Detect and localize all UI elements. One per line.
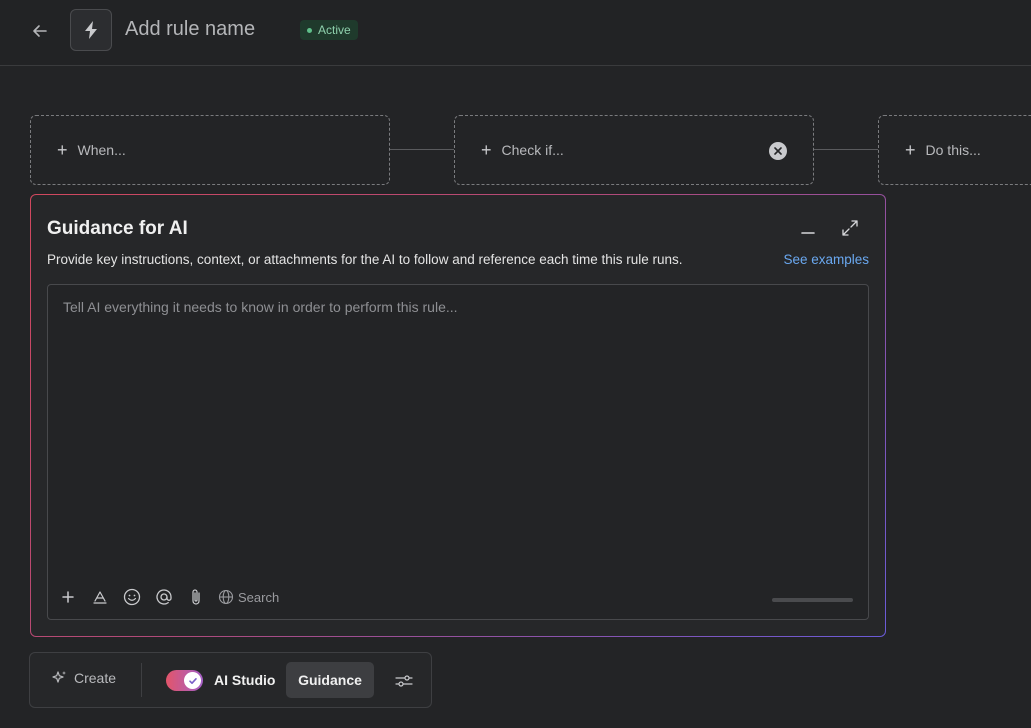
globe-icon xyxy=(218,589,234,605)
create-label: Create xyxy=(74,670,117,686)
horizontal-scrollbar[interactable] xyxy=(772,598,853,602)
see-examples-link[interactable]: See examples xyxy=(783,252,869,267)
status-label: Active xyxy=(318,23,351,37)
connector-line xyxy=(814,149,878,150)
sliders-icon xyxy=(395,675,413,687)
bottom-toolbar: Create AI Studio Guidance xyxy=(29,652,432,708)
editor-toolbar: Search xyxy=(58,587,279,607)
status-badge: Active xyxy=(300,20,358,40)
plus-icon[interactable] xyxy=(58,587,78,607)
guidance-description: Provide key instructions, context, or at… xyxy=(47,252,683,267)
minimize-icon xyxy=(801,232,815,234)
condition-step-box[interactable]: + Check if... xyxy=(454,115,814,185)
attachment-icon[interactable] xyxy=(186,587,206,607)
expand-button[interactable] xyxy=(839,217,861,239)
settings-button[interactable] xyxy=(393,670,415,692)
minimize-button[interactable] xyxy=(797,217,819,239)
arrow-left-icon xyxy=(33,25,47,37)
trigger-step-box[interactable]: + When... xyxy=(30,115,390,185)
status-dot-icon xyxy=(307,27,312,33)
expand-icon xyxy=(842,220,858,236)
guidance-editor[interactable]: Tell AI everything it needs to know in o… xyxy=(47,284,869,620)
web-search-toggle[interactable]: Search xyxy=(218,589,279,605)
search-label: Search xyxy=(238,589,280,605)
mention-icon[interactable] xyxy=(154,587,174,607)
toggle-knob xyxy=(184,672,201,689)
connector-line xyxy=(390,149,454,150)
plus-icon: + xyxy=(481,140,492,160)
action-step-label: Do this... xyxy=(925,142,981,158)
guidance-title: Guidance for AI xyxy=(47,218,188,239)
rule-type-icon[interactable] xyxy=(70,9,112,51)
sparkle-icon xyxy=(52,671,66,683)
rule-name-title[interactable]: Add rule name xyxy=(125,18,255,41)
editor-placeholder: Tell AI everything it needs to know in o… xyxy=(63,299,458,315)
checkmark-icon xyxy=(188,677,197,684)
guidance-panel: Guidance for AI Provide key instructions… xyxy=(30,194,886,637)
emoji-icon[interactable] xyxy=(122,587,142,607)
close-circle-icon[interactable] xyxy=(769,142,787,160)
action-step-box[interactable]: + Do this... xyxy=(878,115,1031,185)
header: Add rule name Active xyxy=(0,0,1031,66)
guidance-button[interactable]: Guidance xyxy=(286,662,374,698)
plus-icon: + xyxy=(905,140,916,160)
toolbar-divider xyxy=(141,663,142,697)
ai-studio-label: AI Studio xyxy=(214,672,276,688)
text-format-icon[interactable] xyxy=(90,587,110,607)
ai-studio-toggle[interactable] xyxy=(166,670,203,691)
trigger-step-label: When... xyxy=(77,142,126,158)
condition-step-label: Check if... xyxy=(501,142,564,158)
back-button[interactable] xyxy=(26,17,54,45)
lightning-bolt-icon xyxy=(85,21,97,39)
create-button[interactable]: Create xyxy=(50,669,116,687)
plus-icon: + xyxy=(57,140,68,160)
